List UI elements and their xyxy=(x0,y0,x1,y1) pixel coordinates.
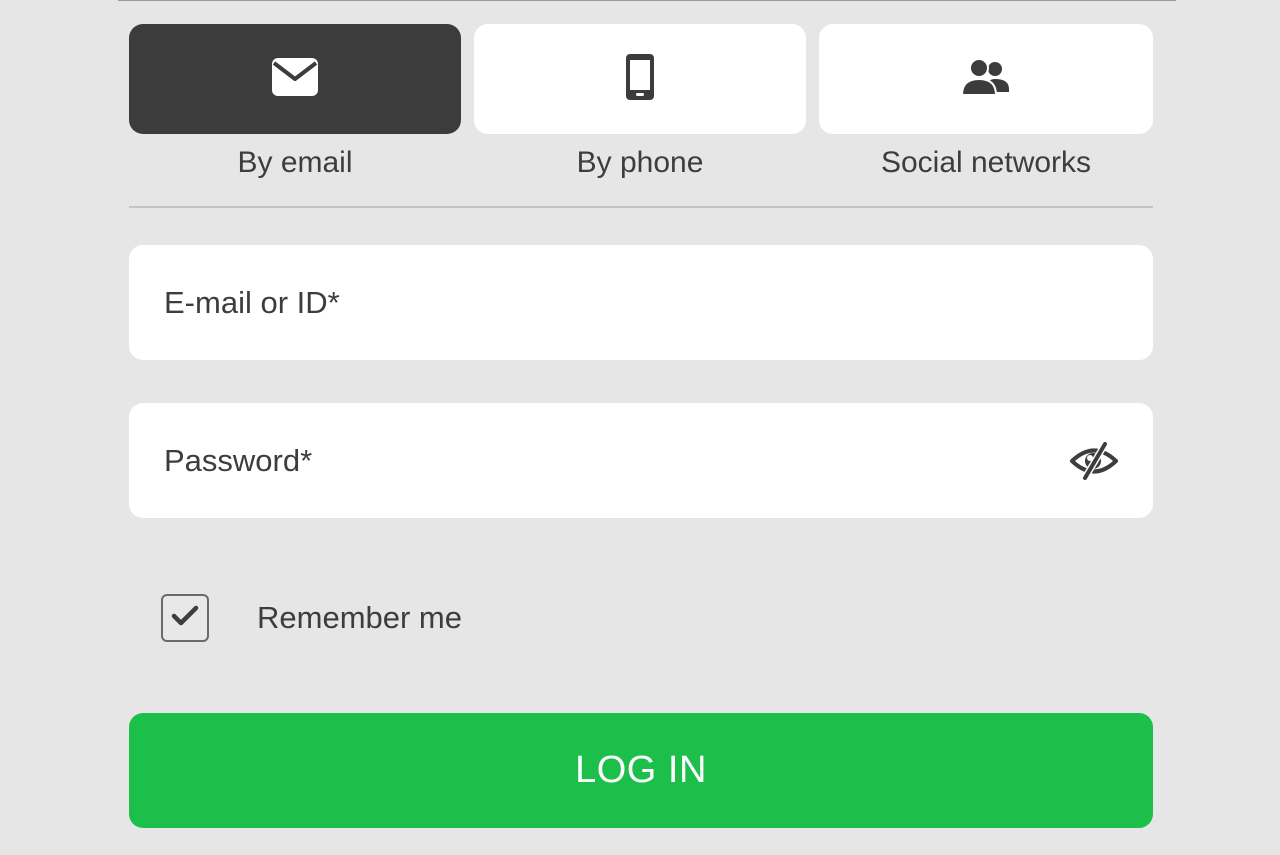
tab-by-phone-label: By phone xyxy=(576,146,704,179)
remember-me-checkbox[interactable] xyxy=(161,594,209,642)
email-or-id-input[interactable] xyxy=(164,284,1118,321)
eye-slash-icon[interactable] xyxy=(1069,441,1119,481)
tab-by-email-box[interactable] xyxy=(129,24,461,134)
tab-social-networks-label: Social networks xyxy=(880,146,1092,179)
password-field-container[interactable] xyxy=(129,403,1153,518)
login-method-tabs: By email By phone Social networks xyxy=(129,24,1153,184)
password-input[interactable] xyxy=(164,442,1118,479)
tabs-divider xyxy=(129,206,1153,208)
remember-me-label: Remember me xyxy=(257,600,462,635)
top-divider xyxy=(118,0,1176,1)
tab-by-email[interactable]: By email xyxy=(129,24,461,184)
envelope-icon xyxy=(271,57,319,102)
mobile-phone-icon xyxy=(624,53,656,106)
tab-social-networks-box[interactable] xyxy=(819,24,1153,134)
tab-by-phone[interactable]: By phone xyxy=(474,24,806,184)
tab-social-networks[interactable]: Social networks xyxy=(819,24,1153,184)
tab-by-email-label: By email xyxy=(237,146,353,179)
users-icon xyxy=(960,57,1011,101)
login-button[interactable]: LOG IN xyxy=(129,713,1153,828)
tab-by-phone-box[interactable] xyxy=(474,24,806,134)
checkmark-icon xyxy=(171,605,199,632)
remember-me-row[interactable]: Remember me xyxy=(161,592,462,644)
email-field-container[interactable] xyxy=(129,245,1153,360)
